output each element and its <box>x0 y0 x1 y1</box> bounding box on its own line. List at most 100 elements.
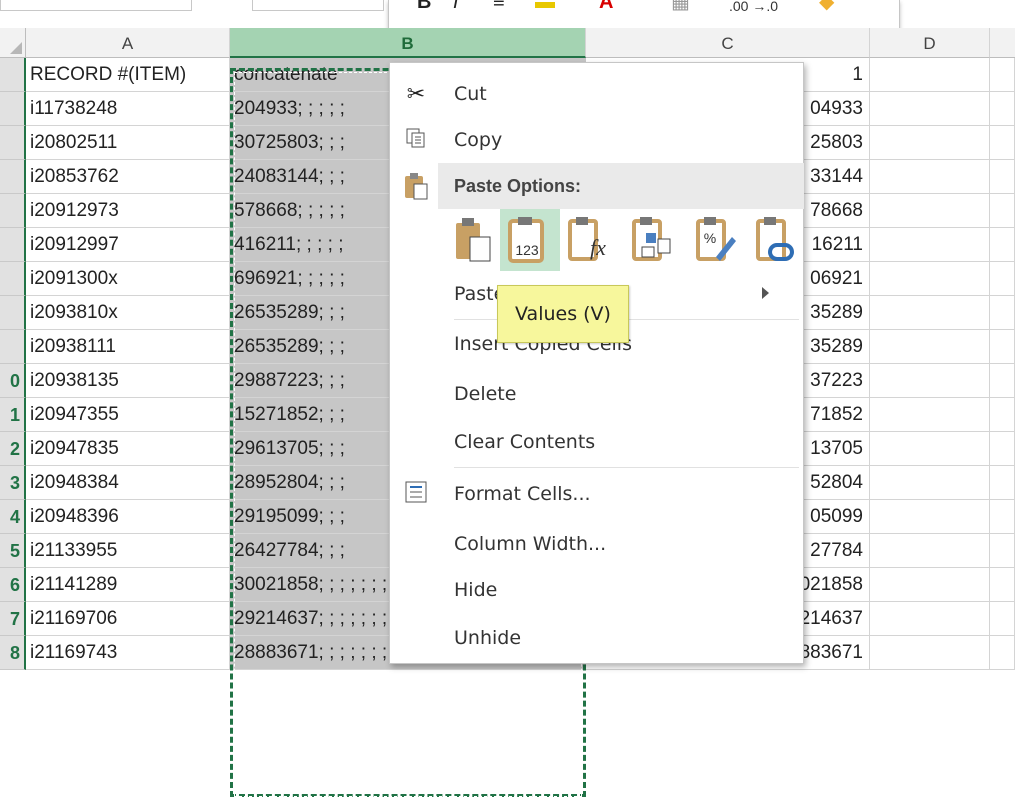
row-header[interactable]: 2 <box>0 432 26 466</box>
menu-item-column-width[interactable]: Column Width... <box>390 521 803 567</box>
cell-e[interactable] <box>990 432 1015 466</box>
column-header-b[interactable]: B <box>230 28 586 58</box>
row-header[interactable] <box>0 330 26 364</box>
cell-a[interactable]: i21169706 <box>26 602 230 636</box>
menu-item-clear-contents[interactable]: Clear Contents <box>390 419 803 465</box>
menu-item-format-cells[interactable]: Format Cells... <box>390 471 803 517</box>
cell-e[interactable] <box>990 466 1015 500</box>
menu-item-cut[interactable]: ✂ Cut <box>390 71 803 117</box>
cell-e[interactable] <box>990 568 1015 602</box>
row-header[interactable] <box>0 194 26 228</box>
paste-formulas-button[interactable]: fx <box>562 209 622 271</box>
cell-a[interactable]: i20947355 <box>26 398 230 432</box>
cell-a[interactable]: i20947835 <box>26 432 230 466</box>
cell-e[interactable] <box>990 330 1015 364</box>
cell-e[interactable] <box>990 364 1015 398</box>
cell-a[interactable]: i20853762 <box>26 160 230 194</box>
paste-values-button[interactable]: 123 <box>500 209 560 271</box>
paste-link-button[interactable] <box>748 209 808 271</box>
cell-a[interactable]: i20948396 <box>26 500 230 534</box>
cell-e[interactable] <box>990 296 1015 330</box>
cell-e[interactable] <box>990 398 1015 432</box>
cell-e[interactable] <box>990 58 1015 92</box>
cell-a[interactable]: i20938111 <box>26 330 230 364</box>
cell-d[interactable] <box>870 602 990 636</box>
cell-d[interactable] <box>870 58 990 92</box>
format-painter-icon[interactable]: ◆ <box>819 0 834 12</box>
paste-button[interactable] <box>448 209 508 271</box>
column-header-a[interactable]: A <box>26 28 230 58</box>
column-header-e[interactable] <box>990 28 1015 58</box>
cell-d[interactable] <box>870 568 990 602</box>
align-center-icon[interactable]: ≡ <box>493 0 505 12</box>
cell-e[interactable] <box>990 160 1015 194</box>
paste-formatting-button[interactable]: % <box>688 209 748 271</box>
cell-d[interactable] <box>870 364 990 398</box>
cell-a[interactable]: i21133955 <box>26 534 230 568</box>
row-header[interactable] <box>0 160 26 194</box>
menu-item-delete[interactable]: Delete <box>390 371 803 417</box>
cell-e[interactable] <box>990 228 1015 262</box>
cell-a[interactable]: i2091300x <box>26 262 230 296</box>
row-header[interactable]: 4 <box>0 500 26 534</box>
cell-d[interactable] <box>870 534 990 568</box>
select-all-corner[interactable] <box>0 28 26 58</box>
column-header-d[interactable]: D <box>870 28 990 58</box>
cell-e[interactable] <box>990 534 1015 568</box>
row-header[interactable]: 3 <box>0 466 26 500</box>
cell-a[interactable]: i11738248 <box>26 92 230 126</box>
cell-d[interactable] <box>870 432 990 466</box>
row-header[interactable]: 5 <box>0 534 26 568</box>
cell-a[interactable]: i20912973 <box>26 194 230 228</box>
paste-transpose-button[interactable] <box>624 209 684 271</box>
row-header[interactable] <box>0 58 26 92</box>
cell-d[interactable] <box>870 262 990 296</box>
cell-d[interactable] <box>870 500 990 534</box>
cell-d[interactable] <box>870 636 990 670</box>
row-header[interactable]: 7 <box>0 602 26 636</box>
menu-item-copy[interactable]: Copy <box>390 117 803 163</box>
cell-a[interactable]: i20802511 <box>26 126 230 160</box>
borders-icon[interactable]: ▦ <box>671 0 690 12</box>
cell-e[interactable] <box>990 262 1015 296</box>
cell-d[interactable] <box>870 194 990 228</box>
cell-d[interactable] <box>870 228 990 262</box>
cell-e[interactable] <box>990 602 1015 636</box>
cell-e[interactable] <box>990 92 1015 126</box>
menu-item-hide[interactable]: Hide <box>390 567 803 613</box>
row-header[interactable] <box>0 126 26 160</box>
cell-d[interactable] <box>870 92 990 126</box>
cell-a[interactable]: RECORD #(ITEM) <box>26 58 230 92</box>
row-header[interactable] <box>0 262 26 296</box>
cell-a[interactable]: i20912997 <box>26 228 230 262</box>
decimal-buttons[interactable]: .00 →.0 <box>729 0 778 16</box>
row-header[interactable] <box>0 92 26 126</box>
cell-d[interactable] <box>870 126 990 160</box>
font-color-icon[interactable]: A <box>599 0 613 12</box>
bold-button[interactable]: B <box>417 0 431 12</box>
menu-item-unhide[interactable]: Unhide <box>390 615 803 661</box>
column-header-c[interactable]: C <box>586 28 870 58</box>
cell-a[interactable]: i20938135 <box>26 364 230 398</box>
cell-d[interactable] <box>870 398 990 432</box>
row-header[interactable] <box>0 228 26 262</box>
row-header[interactable]: 1 <box>0 398 26 432</box>
row-header[interactable] <box>0 296 26 330</box>
cell-a[interactable]: i21141289 <box>26 568 230 602</box>
cell-d[interactable] <box>870 296 990 330</box>
row-header[interactable]: 8 <box>0 636 26 670</box>
row-header[interactable]: 6 <box>0 568 26 602</box>
fill-color-icon[interactable]: ▬ <box>535 0 555 12</box>
cell-d[interactable] <box>870 330 990 364</box>
cell-e[interactable] <box>990 500 1015 534</box>
name-box[interactable] <box>0 0 192 11</box>
cell-d[interactable] <box>870 466 990 500</box>
cell-a[interactable]: i2093810x <box>26 296 230 330</box>
cell-e[interactable] <box>990 194 1015 228</box>
cell-e[interactable] <box>990 126 1015 160</box>
formula-bar[interactable] <box>252 0 384 11</box>
cell-a[interactable]: i21169743 <box>26 636 230 670</box>
cell-e[interactable] <box>990 636 1015 670</box>
row-header[interactable]: 0 <box>0 364 26 398</box>
cell-d[interactable] <box>870 160 990 194</box>
